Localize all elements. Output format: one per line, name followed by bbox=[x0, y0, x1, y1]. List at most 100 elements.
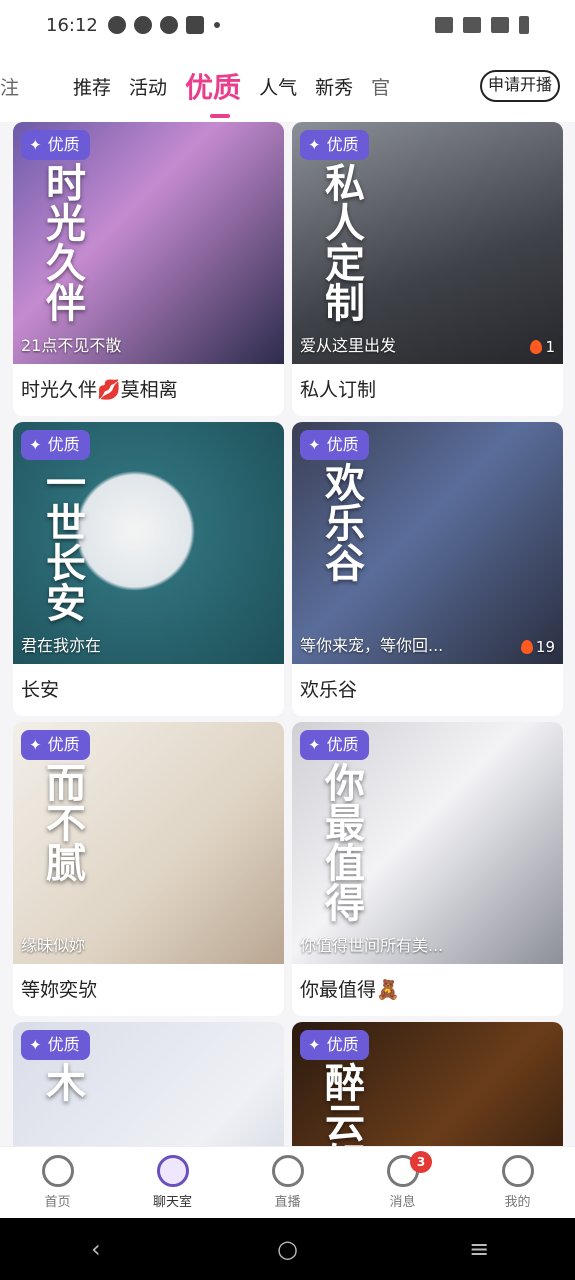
flame-icon bbox=[530, 340, 543, 354]
cover-art-text: 欢乐谷 bbox=[318, 462, 365, 582]
home-icon bbox=[41, 1155, 74, 1187]
more-dot-icon bbox=[213, 22, 220, 28]
room-grid: 时光久伴 ✦ 优质 21点不见不散 时光久伴💋莫相离 私人定制 ✦ 优质 爱从这… bbox=[0, 122, 575, 1146]
home-button-icon[interactable]: ○ bbox=[257, 1235, 317, 1263]
live-tv-icon bbox=[271, 1155, 304, 1187]
quality-badge: ✦ 优质 bbox=[21, 730, 90, 760]
chat-bubble-icon bbox=[107, 16, 126, 34]
room-card[interactable]: 木 ✦ 优质 bbox=[13, 1022, 284, 1146]
nav-item-3[interactable]: 消息 3 bbox=[345, 1147, 460, 1218]
chat-room-icon bbox=[156, 1155, 189, 1187]
sparkle-icon: ✦ bbox=[308, 436, 321, 454]
badge-label: 优质 bbox=[47, 435, 80, 454]
badge-label: 优质 bbox=[326, 435, 359, 454]
sparkle-icon: ✦ bbox=[29, 136, 42, 154]
unread-badge: 3 bbox=[410, 1151, 432, 1173]
nav-item-1[interactable]: 聊天室 bbox=[115, 1147, 230, 1218]
sparkle-icon: ✦ bbox=[29, 736, 42, 754]
popularity-value: 19 bbox=[535, 638, 555, 656]
tab-4[interactable]: 人气 bbox=[259, 73, 315, 100]
bottom-nav: 首页 聊天室 直播 消息 3 我的 bbox=[0, 1146, 575, 1218]
sparkle-icon: ✦ bbox=[308, 1036, 321, 1054]
cover-art-text: 你最值得 bbox=[318, 762, 365, 922]
tab-5[interactable]: 新秀 bbox=[315, 73, 371, 100]
room-subtitle: 君在我亦在 bbox=[21, 636, 102, 655]
status-bar: 16:12 bbox=[0, 0, 575, 50]
quality-badge: ✦ 优质 bbox=[21, 130, 90, 160]
nav-label: 消息 bbox=[389, 1195, 416, 1210]
badge-label: 优质 bbox=[326, 1035, 359, 1054]
battery-icon bbox=[519, 16, 529, 34]
menu-icon[interactable]: ≡ bbox=[449, 1235, 509, 1263]
quality-badge: ✦ 优质 bbox=[21, 1030, 90, 1060]
room-title: 私人订制 bbox=[300, 379, 377, 401]
badge-label: 优质 bbox=[326, 135, 359, 154]
room-cover-image: 而不腻 ✦ 优质 缘昧似妳 bbox=[13, 722, 284, 964]
quality-badge: ✦ 优质 bbox=[300, 430, 369, 460]
popularity-count: 1 bbox=[530, 338, 555, 356]
nav-item-0[interactable]: 首页 bbox=[0, 1147, 115, 1218]
tab-0[interactable]: 注 bbox=[0, 73, 37, 100]
tab-6[interactable]: 官 bbox=[371, 73, 408, 100]
room-cover-image: 醉云轩 ✦ 优质 bbox=[292, 1022, 563, 1146]
badge-label: 优质 bbox=[47, 735, 80, 754]
room-cover-image: 你最值得 ✦ 优质 你值得世间所有美... bbox=[292, 722, 563, 964]
room-subtitle: 爱从这里出发 bbox=[300, 336, 397, 355]
badge-label: 优质 bbox=[47, 1035, 80, 1054]
cover-art-text: 时光久伴 bbox=[39, 162, 86, 322]
quality-badge: ✦ 优质 bbox=[300, 1030, 369, 1060]
system-nav-bar: ‹ ○ ≡ bbox=[0, 1218, 575, 1280]
room-card[interactable]: 私人定制 ✦ 优质 爱从这里出发 1 私人订制 bbox=[292, 122, 563, 416]
check-icon bbox=[159, 16, 178, 34]
nav-label: 直播 bbox=[274, 1195, 301, 1210]
quality-badge: ✦ 优质 bbox=[300, 130, 369, 160]
tab-3[interactable]: 优质 bbox=[185, 66, 259, 106]
flame-icon bbox=[520, 640, 533, 654]
tab-2[interactable]: 活动 bbox=[129, 73, 185, 100]
cover-art-text: 私人定制 bbox=[318, 162, 365, 322]
room-cover-image: 欢乐谷 ✦ 优质 等你来宠，等你回... 19 bbox=[292, 422, 563, 664]
apply-broadcast-button[interactable]: 申请开播 bbox=[479, 70, 560, 102]
wifi-icon bbox=[463, 17, 481, 33]
cover-art-text: 而不腻 bbox=[39, 762, 86, 882]
sparkle-icon: ✦ bbox=[29, 1036, 42, 1054]
room-card[interactable]: 醉云轩 ✦ 优质 bbox=[292, 1022, 563, 1146]
room-card[interactable]: 欢乐谷 ✦ 优质 等你来宠，等你回... 19 欢乐谷 bbox=[292, 422, 563, 716]
room-card[interactable]: 你最值得 ✦ 优质 你值得世间所有美... 你最值得🧸 bbox=[292, 722, 563, 1016]
back-icon[interactable]: ‹ bbox=[66, 1235, 126, 1263]
sparkle-icon: ✦ bbox=[308, 136, 321, 154]
room-card[interactable]: 而不腻 ✦ 优质 缘昧似妳 等妳奕欤 bbox=[13, 722, 284, 1016]
signal-icon bbox=[491, 17, 509, 33]
popularity-count: 19 bbox=[520, 638, 555, 656]
quality-badge: ✦ 优质 bbox=[21, 430, 90, 460]
quality-badge: ✦ 优质 bbox=[300, 730, 369, 760]
room-title: 时光久伴💋莫相离 bbox=[21, 379, 178, 401]
nav-item-4[interactable]: 我的 bbox=[460, 1147, 575, 1218]
nav-label: 首页 bbox=[44, 1195, 71, 1210]
sparkle-icon: ✦ bbox=[29, 436, 42, 454]
cover-art-text: 一世长安 bbox=[39, 462, 86, 622]
status-time: 16:12 bbox=[46, 14, 98, 36]
room-cover-image: 私人定制 ✦ 优质 爱从这里出发 1 bbox=[292, 122, 563, 364]
badge-label: 优质 bbox=[326, 735, 359, 754]
room-title: 欢乐谷 bbox=[300, 679, 358, 701]
nav-item-2[interactable]: 直播 bbox=[230, 1147, 345, 1218]
room-subtitle: 等你来宠，等你回... bbox=[300, 636, 444, 655]
room-subtitle: 你值得世间所有美... bbox=[300, 936, 444, 955]
tab-1[interactable]: 推荐 bbox=[37, 73, 129, 100]
room-card[interactable]: 一世长安 ✦ 优质 君在我亦在 长安 bbox=[13, 422, 284, 716]
room-cover-image: 时光久伴 ✦ 优质 21点不见不散 bbox=[13, 122, 284, 364]
badge-label: 优质 bbox=[47, 135, 80, 154]
cover-art-text: 木 bbox=[39, 1062, 86, 1102]
room-subtitle: 缘昧似妳 bbox=[21, 936, 86, 955]
room-title: 你最值得🧸 bbox=[300, 979, 400, 1001]
popularity-value: 1 bbox=[545, 338, 555, 356]
room-title: 长安 bbox=[21, 679, 60, 701]
mail-icon bbox=[185, 16, 204, 34]
room-title: 等妳奕欤 bbox=[21, 979, 98, 1001]
vibrate-icon bbox=[435, 17, 453, 33]
room-card[interactable]: 时光久伴 ✦ 优质 21点不见不散 时光久伴💋莫相离 bbox=[13, 122, 284, 416]
room-subtitle: 21点不见不散 bbox=[21, 336, 122, 355]
room-cover-image: 木 ✦ 优质 bbox=[13, 1022, 284, 1146]
category-tabs: 注推荐 活动 优质 人气 新秀官 申请开播 bbox=[0, 50, 575, 122]
